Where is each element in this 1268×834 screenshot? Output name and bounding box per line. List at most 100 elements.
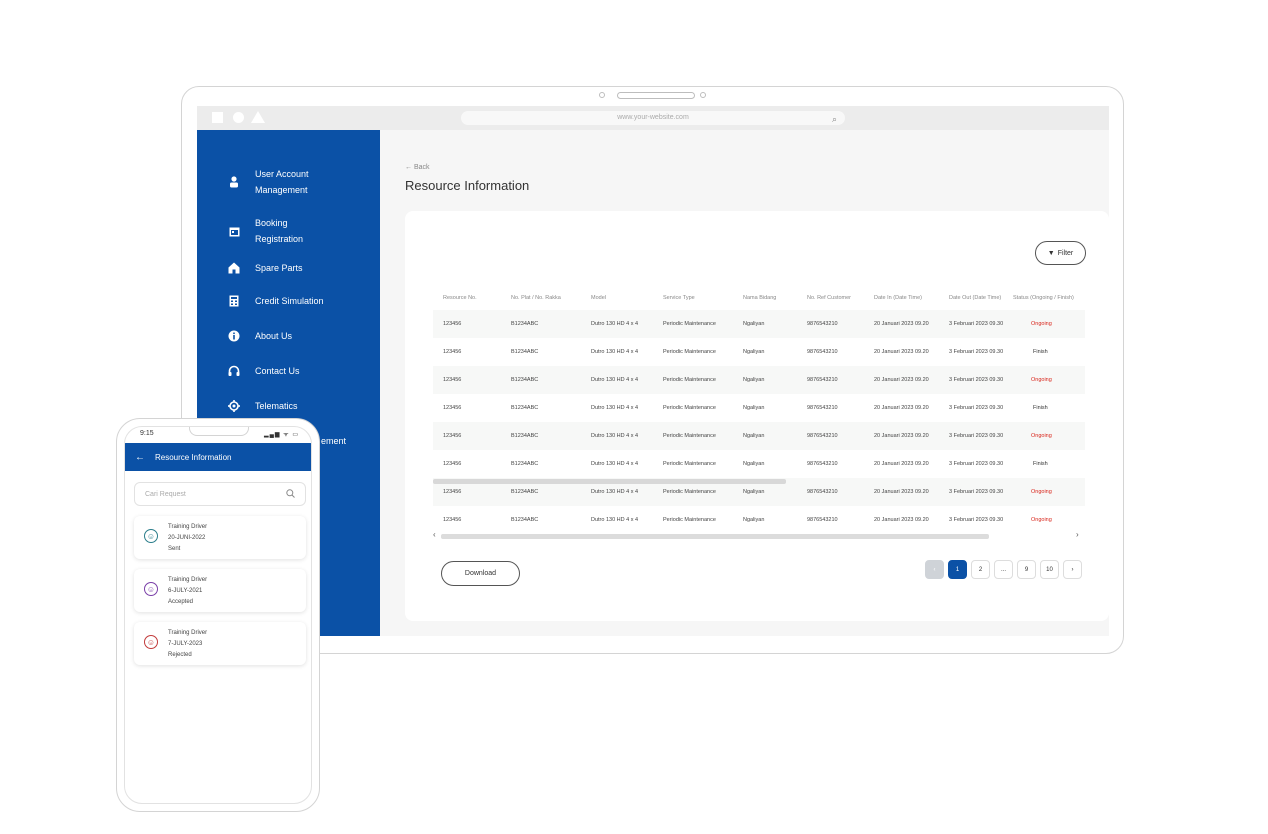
table-cell: Dutro 130 HD 4 x 4 <box>591 349 639 355</box>
page-button[interactable]: 2 <box>971 560 990 579</box>
table-cell: 9876543210 <box>807 349 838 355</box>
request-card[interactable]: ☺ Training Driver 7-JULY-2023 Rejected <box>134 622 306 665</box>
table-cell: 123456 <box>443 321 462 327</box>
table-row[interactable]: 123456 B1234ABC Dutro 130 HD 4 x 4 Periodic… <box>433 506 1085 531</box>
table-cell: 3 Februari 2023 09.30 <box>949 321 1004 327</box>
request-date: 7-JULY-2023 <box>168 641 203 647</box>
column-header[interactable]: Resource No. <box>443 295 477 301</box>
table-cell: 123456 <box>443 377 462 383</box>
table-row[interactable]: 123456 B1234ABC Dutro 130 HD 4 x 4 Periodic… <box>433 450 1085 478</box>
table-horizontal-scrollbar[interactable] <box>441 534 989 539</box>
phone-screen: 9:15 ▂▄▆ ᯤ ▭ ← Resource Information Cari… <box>124 426 312 804</box>
window-triangle-icon[interactable] <box>251 111 265 123</box>
column-header[interactable]: Status (Ongoing / Finish) <box>1013 295 1074 301</box>
table-cell: Periodic Maintenance <box>663 489 716 495</box>
main-content: ← Back Resource Information ▼ Filter Res… <box>380 130 1109 636</box>
window-circle-icon[interactable] <box>233 112 244 123</box>
page-button[interactable]: 1 <box>948 560 967 579</box>
avatar-icon: ☺ <box>144 635 158 649</box>
table-cell: Ngaliyan <box>743 461 765 467</box>
scroll-right-icon[interactable]: › <box>1076 530 1079 539</box>
status-time: 9:15 <box>140 430 154 437</box>
sidebar-item-spare-parts[interactable]: Spare Parts <box>227 260 303 276</box>
page-button[interactable]: 10 <box>1040 560 1059 579</box>
table-cell: 3 Februari 2023 09.30 <box>949 433 1004 439</box>
sidebar-item-contact-us[interactable]: Contact Us <box>227 363 300 379</box>
info-icon <box>227 329 241 343</box>
status-indicators: ▂▄▆ ᯤ ▭ <box>264 432 299 438</box>
scroll-left-icon[interactable]: ‹ <box>433 530 436 539</box>
page-button[interactable]: 9 <box>1017 560 1036 579</box>
column-header[interactable]: Date Out (Date Time) <box>949 295 1001 301</box>
request-status: Rejected <box>168 652 192 658</box>
table-row[interactable]: 123456 B1234ABC Dutro 130 HD 4 x 4 Periodic… <box>433 394 1085 422</box>
column-header[interactable]: No. Plat / No. Rakka <box>511 295 561 301</box>
table-cell: 3 Februari 2023 09.30 <box>949 349 1004 355</box>
status-cell: Ongoing <box>1031 377 1052 383</box>
table-cell: 123456 <box>443 489 462 495</box>
request-date: 20-JUNI-2022 <box>168 535 206 541</box>
table-cell: Ngaliyan <box>743 377 765 383</box>
table-cell: 123456 <box>443 517 462 523</box>
column-header[interactable]: Nama Bidang <box>743 295 776 301</box>
camera-dot <box>599 92 605 98</box>
column-header[interactable]: Date In (Date Time) <box>874 295 922 301</box>
table-scrollbar-thumb[interactable] <box>433 479 786 484</box>
request-status: Sent <box>168 546 181 552</box>
status-cell: Finish <box>1033 461 1048 467</box>
camera-dot <box>700 92 706 98</box>
request-card[interactable]: ☺ Training Driver 6-JULY-2021 Accepted <box>134 569 306 612</box>
table-row[interactable]: 123456 B1234ABC Dutro 130 HD 4 x 4 Periodic… <box>433 366 1085 394</box>
table-cell: Dutro 130 HD 4 x 4 <box>591 517 639 523</box>
resource-table: Resource No. No. Plat / No. Rakka Model … <box>433 291 1085 531</box>
table-cell: Dutro 130 HD 4 x 4 <box>591 377 639 383</box>
table-cell: 9876543210 <box>807 489 838 495</box>
request-details: Training Driver 20-JUNI-2022 Sent <box>168 522 207 555</box>
column-header[interactable]: Service Type <box>663 295 695 301</box>
request-details: Training Driver 7-JULY-2023 Rejected <box>168 628 207 661</box>
table-cell: Periodic Maintenance <box>663 321 716 327</box>
search-input[interactable]: Cari Request <box>134 482 306 506</box>
table-row[interactable]: 123456 B1234ABC Dutro 130 HD 4 x 4 Periodic… <box>433 422 1085 450</box>
sidebar-item-booking[interactable]: Booking Registration <box>227 215 325 247</box>
browser-toolbar: www.your-website.com ⌕ <box>197 106 1109 130</box>
download-button[interactable]: Download <box>441 561 520 586</box>
column-header[interactable]: No. Ref Customer <box>807 295 851 301</box>
search-icon[interactable]: ⌕ <box>832 112 837 126</box>
search-icon[interactable] <box>286 485 295 503</box>
table-cell: 3 Februari 2023 09.30 <box>949 489 1004 495</box>
user-icon <box>227 175 241 189</box>
next-page-button[interactable]: › <box>1063 560 1082 579</box>
table-cell: 123456 <box>443 433 462 439</box>
table-cell: 9876543210 <box>807 517 838 523</box>
request-card[interactable]: ☺ Training Driver 20-JUNI-2022 Sent <box>134 516 306 559</box>
window-square-icon[interactable] <box>212 112 223 123</box>
sidebar-item-label: Contact Us <box>255 366 300 376</box>
table-cell: 20 Januari 2023 09.20 <box>874 349 929 355</box>
app-header: ← Resource Information <box>125 443 311 471</box>
table-cell: B1234ABC <box>511 433 539 439</box>
table-cell: Dutro 130 HD 4 x 4 <box>591 405 639 411</box>
table-cell: 9876543210 <box>807 405 838 411</box>
sidebar-item-partial[interactable]: ement <box>321 433 346 449</box>
sidebar-item-credit-simulation[interactable]: Credit Simulation <box>227 293 324 309</box>
sidebar-item-telematics[interactable]: Telematics <box>227 398 298 414</box>
calculator-icon <box>227 294 241 308</box>
table-row[interactable]: 123456 B1234ABC Dutro 130 HD 4 x 4 Periodic… <box>433 338 1085 366</box>
request-name: Training Driver <box>168 577 208 583</box>
table-row[interactable]: 123456 B1234ABC Dutro 130 HD 4 x 4 Periodic… <box>433 310 1085 338</box>
back-arrow-icon: ← <box>405 164 414 171</box>
sidebar-item-about-us[interactable]: About Us <box>227 328 292 344</box>
prev-page-button[interactable]: ‹ <box>925 560 944 579</box>
back-arrow-icon[interactable]: ← <box>135 452 145 463</box>
filter-button[interactable]: ▼ Filter <box>1035 241 1086 265</box>
status-cell: Ongoing <box>1031 321 1052 327</box>
sidebar-item-user-account[interactable]: User Account Management <box>227 166 325 198</box>
status-cell: Finish <box>1033 349 1048 355</box>
table-cell: 123456 <box>443 349 462 355</box>
sidebar-item-label: Booking Registration <box>255 218 304 244</box>
back-link[interactable]: ← Back <box>405 164 430 171</box>
filter-icon: ▼ <box>1047 249 1055 257</box>
column-header[interactable]: Model <box>591 295 606 301</box>
url-bar[interactable]: www.your-website.com ⌕ <box>461 111 845 125</box>
